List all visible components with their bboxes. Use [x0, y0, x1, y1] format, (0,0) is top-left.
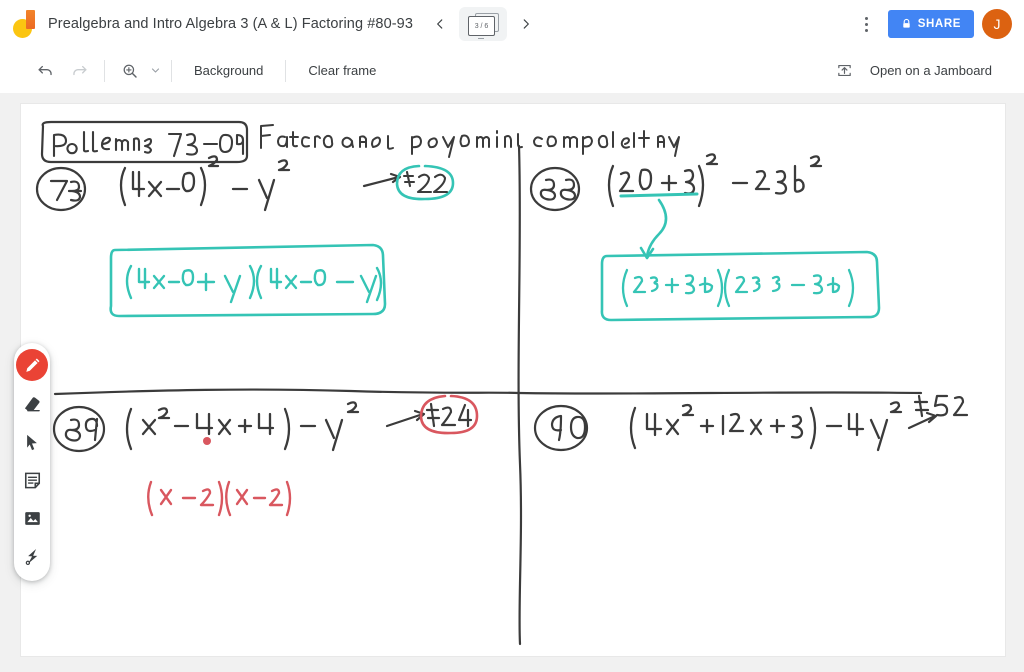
toolbar-right-group: Open on a Jamboard: [828, 54, 1024, 88]
share-button-label: SHARE: [917, 18, 961, 30]
toolbar-divider-2: [171, 59, 172, 82]
eraser-tool-button[interactable]: [15, 385, 49, 423]
ink-answer-87: [125, 264, 383, 304]
ink-curve-arrow-88: [639, 198, 668, 260]
frame-chip-tab-icon: [478, 35, 484, 39]
chevron-left-icon: [437, 19, 443, 29]
zoom-dropdown-button[interactable]: [147, 56, 163, 86]
jamboard-app: Prealgebra and Intro Algebra 3 (A & L) F…: [0, 0, 1024, 672]
divider-vertical: [517, 144, 523, 646]
ink-number-87: [49, 179, 83, 202]
ink-arrow-89: [385, 409, 426, 428]
ink-answer-89: [147, 480, 292, 517]
open-on-jamboard-button[interactable]: Open on a Jamboard: [862, 56, 1006, 86]
toolbar-divider-1: [104, 59, 105, 82]
toolbar-divider-3: [285, 59, 287, 82]
previous-frame-button[interactable]: [427, 11, 453, 37]
ink-red-dot: [203, 437, 211, 445]
sticky-note-tool-button[interactable]: [15, 461, 49, 499]
ink-arrow-87: [362, 172, 402, 188]
ink-expression-89: [125, 401, 360, 452]
sticky-note-icon: [24, 472, 40, 488]
drawing-tool-rail: [14, 343, 50, 581]
share-button[interactable]: SHARE: [887, 10, 974, 38]
select-tool-button[interactable]: [15, 423, 49, 461]
next-frame-button[interactable]: [513, 11, 539, 37]
header-right-group: SHARE J: [854, 9, 1024, 39]
image-icon: [24, 511, 40, 525]
canvas-area: Problems 87-90 Factor each polynomial co…: [0, 93, 1024, 672]
ink-ref-24: [425, 402, 473, 428]
ink-expression-87: [119, 155, 291, 212]
background-button[interactable]: Background: [180, 56, 277, 86]
ink-underline-88: [619, 192, 699, 198]
divider-horizontal: [53, 388, 923, 396]
upload-to-device-icon: [838, 64, 852, 77]
jam-frame-canvas[interactable]: Problems 87-90 Factor each polynomial co…: [20, 103, 1006, 657]
ink-expression-88: [607, 153, 823, 208]
frame-stack-front-icon: 3 / 6: [468, 16, 495, 36]
ink-number-89: [64, 417, 99, 442]
document-title[interactable]: Prealgebra and Intro Algebra 3 (A & L) F…: [48, 16, 413, 32]
user-avatar[interactable]: J: [982, 9, 1012, 39]
pen-tool-button[interactable]: [16, 349, 48, 381]
image-tool-button[interactable]: [15, 499, 49, 537]
undo-button[interactable]: [28, 54, 62, 88]
ink-answer-box-87: [109, 243, 387, 318]
ink-problems-label: [52, 130, 245, 158]
ink-number-90: [550, 414, 587, 442]
clear-frame-button[interactable]: Clear frame: [294, 56, 390, 86]
laser-pointer-tool-button[interactable]: [15, 537, 49, 575]
app-header: Prealgebra and Intro Algebra 3 (A & L) F…: [0, 0, 1024, 48]
editor-toolbar: Background Clear frame Open on a Jamboar…: [0, 48, 1024, 94]
pen-icon: [25, 358, 39, 372]
zoom-in-button[interactable]: [113, 54, 147, 88]
ink-instruction: [260, 124, 680, 158]
chevron-down-icon: [151, 68, 159, 73]
redo-button[interactable]: [62, 54, 96, 88]
chevron-right-icon: [523, 19, 529, 29]
redo-icon: [72, 65, 87, 76]
ink-ref-25: [913, 394, 969, 418]
handwritten-ink-layer: [35, 120, 969, 646]
jamboard-logo-icon: [12, 9, 38, 39]
eraser-icon: [24, 397, 40, 412]
ink-number-88: [539, 178, 577, 201]
laser-pointer-icon: [25, 548, 37, 565]
frame-counter-button[interactable]: 3 / 6: [459, 7, 507, 41]
zoom-in-icon: [123, 64, 137, 78]
frame-counter-label: 3 / 6: [474, 22, 489, 30]
open-on-jamboard-icon-button[interactable]: [828, 54, 862, 88]
ink-expression-90: [629, 401, 903, 452]
lock-icon: [901, 18, 912, 30]
ink-ref-22: [402, 170, 449, 194]
undo-icon: [37, 65, 52, 76]
cursor-arrow-icon: [27, 434, 37, 451]
ink-answer-88: [621, 268, 855, 308]
more-options-button[interactable]: [854, 9, 880, 39]
